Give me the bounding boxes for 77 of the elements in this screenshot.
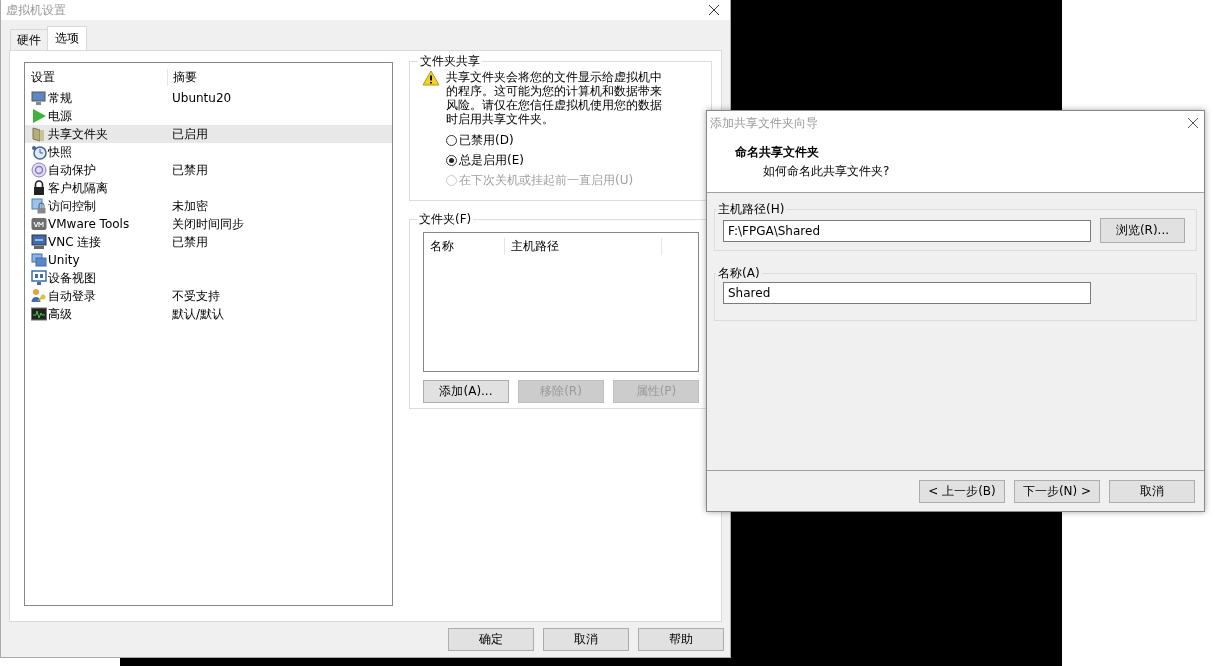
group-title: 文件夹(F) [418,211,473,228]
field-label: 名称(A) [717,265,761,282]
setting-name: 高级 [48,305,72,323]
setting-summary: 已禁用 [171,161,208,179]
wizard-button[interactable]: 下一步(N) > [1014,479,1100,503]
settings-row[interactable]: 自动保护 已禁用 [25,161,392,179]
column-header[interactable]: 主机路径 [505,238,662,255]
monitor-icon [31,234,47,250]
chart-icon [31,306,47,322]
window-title: 虚拟机设置 [6,1,66,19]
radio-option[interactable]: 总是启用(E) [446,150,703,170]
name-field[interactable]: Shared [723,282,1091,304]
folder-icon [31,126,47,142]
monitor-icon [31,90,47,106]
close-icon[interactable] [708,4,720,16]
lock-icon [31,180,47,196]
settings-row[interactable]: 设备视图 [25,269,392,287]
wizard-heading: 命名共享文件夹 [735,144,820,161]
column-header[interactable]: 摘要 [168,68,197,86]
settings-row[interactable]: 电源 [25,107,392,125]
wizard-subheading: 如何命名此共享文件夹? [763,163,891,180]
dialog-button[interactable]: 确定 [448,628,534,651]
settings-row[interactable]: VNC 连接 已禁用 [25,233,392,251]
column-header[interactable]: 名称 [424,238,505,255]
radio-button[interactable] [446,134,457,146]
close-icon[interactable] [1187,117,1199,129]
tab[interactable]: 硬件 [10,29,48,50]
setting-name: 自动登录 [48,287,96,305]
settings-row[interactable]: 共享文件夹 已启用 [25,125,392,143]
setting-name: 快照 [48,143,72,161]
setting-summary: 未加密 [171,197,208,215]
windows-icon [31,252,47,268]
tab[interactable]: 选项 [47,26,87,50]
field-label: 主机路径(H) [717,201,786,218]
group-title: 文件夹共享 [419,53,481,70]
warning-icon [422,70,440,86]
wizard-button[interactable]: < 上一步(B) [919,479,1005,503]
settings-row[interactable]: 访问控制 未加密 [25,197,392,215]
vm-icon [31,216,47,232]
user-key-icon [31,288,47,304]
settings-row[interactable]: 常规 Ubuntu20 [25,89,392,107]
lock-icon [31,198,47,214]
host-path-field[interactable]: F:\FPGA\Shared [723,219,1091,242]
radio-button[interactable] [446,154,457,166]
column-header[interactable]: 设置 [25,68,168,86]
setting-summary: 默认/默认 [171,305,225,323]
radio-option[interactable]: 已禁用(D) [446,130,703,150]
settings-row[interactable]: 客户机隔离 [25,179,392,197]
clock-icon [31,144,47,160]
setting-summary: 已禁用 [171,233,208,251]
monitor-icon [31,270,47,286]
setting-name: VNC 连接 [48,233,102,251]
setting-name: VMware Tools [48,217,130,231]
setting-summary: 不受支持 [171,287,220,305]
window-title: 添加共享文件夹向导 [710,114,818,132]
dialog-button[interactable]: 取消 [543,628,629,651]
settings-row[interactable]: 快照 [25,143,392,161]
setting-name: 共享文件夹 [48,125,108,143]
setting-name: 客户机隔离 [48,179,108,197]
setting-summary: Ubuntu20 [171,91,232,105]
warning-text: 共享文件夹会将您的文件显示给虚拟机中的程序。这可能为您的计算机和数据带来风险。请仅在您信任虚拟机使用您的数据时启用共享文件夹。 [446,70,663,126]
settings-row[interactable]: VMware Tools 关闭时间同步 [25,215,392,233]
setting-name: 自动保护 [48,161,96,179]
dialog-button[interactable]: 帮助 [638,628,724,651]
setting-name: 访问控制 [48,197,96,215]
settings-row[interactable]: 自动登录 不受支持 [25,287,392,305]
setting-summary: 关闭时间同步 [171,215,244,233]
settings-row[interactable]: Unity [25,251,392,269]
browse-button[interactable]: 浏览(R)... [1100,218,1185,243]
setting-name: 设备视图 [48,269,96,287]
setting-name: 电源 [48,107,72,125]
setting-name: Unity [48,253,80,267]
setting-name: 常规 [48,89,72,107]
wizard-button[interactable]: 取消 [1109,479,1195,503]
dialog-button[interactable]: 添加(A)... [423,380,509,403]
settings-row[interactable]: 高级 默认/默认 [25,305,392,323]
setting-summary: 已启用 [171,125,208,143]
